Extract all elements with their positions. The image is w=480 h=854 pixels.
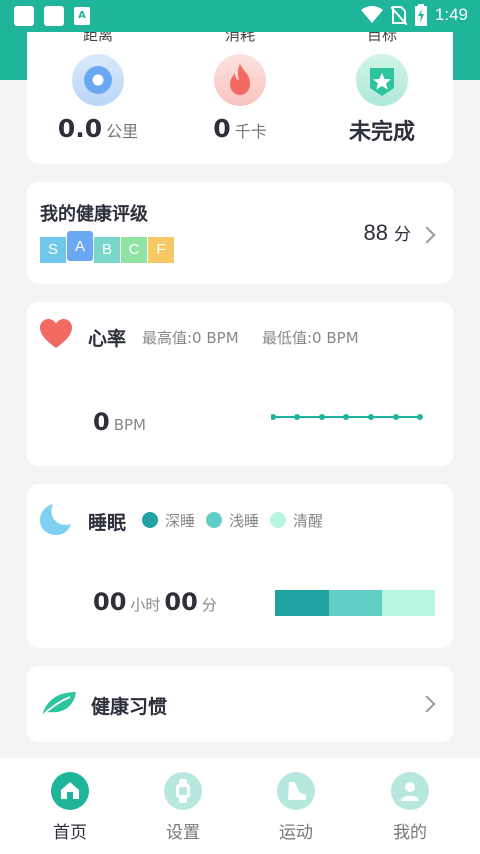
calories-label: 消耗 — [224, 32, 255, 44]
heart-rate-card[interactable]: 心率 最高值:0 BPM 最低值:0 BPM 0 BPM — [27, 302, 453, 466]
nav-home-label: 首页 — [53, 823, 87, 843]
moon-icon — [40, 504, 71, 535]
health-rating-card[interactable]: 我的健康评级 S A B C F 88 分 — [27, 182, 453, 284]
home-icon — [51, 772, 89, 810]
no-sim-icon — [390, 6, 407, 25]
heart-rate-max: 最高值:0 BPM — [142, 329, 239, 347]
sleep-bar — [275, 590, 435, 616]
nav-profile[interactable]: 我的 — [370, 772, 450, 843]
light-sleep-label: 浅睡 — [229, 512, 260, 530]
watch-icon — [164, 772, 202, 810]
nav-settings-label: 设置 — [166, 823, 200, 843]
heart-rate-value: 0 BPM — [93, 408, 146, 436]
deep-sleep-segment — [275, 590, 329, 616]
profile-icon — [391, 772, 429, 810]
distance-label: 距离 — [82, 32, 113, 44]
deep-sleep-label: 深睡 — [165, 512, 196, 530]
grade-c: C — [121, 237, 147, 263]
notification-icon — [44, 6, 64, 26]
heart-icon — [40, 319, 72, 348]
location-pin-icon — [72, 54, 124, 106]
leaf-icon — [41, 692, 76, 717]
awake-dot — [270, 512, 286, 528]
light-sleep-segment — [329, 590, 382, 616]
grade-scale: S A B C F — [40, 231, 175, 263]
goal-label: 目标 — [366, 32, 397, 44]
rating-title: 我的健康评级 — [40, 204, 148, 225]
nav-settings[interactable]: 设置 — [143, 772, 223, 843]
awake-segment — [382, 590, 435, 616]
grade-a: A — [67, 231, 93, 261]
star-badge-icon — [356, 54, 408, 106]
clock: 1:49 — [434, 5, 468, 24]
nav-sport[interactable]: 运动 — [256, 772, 336, 843]
sleep-title: 睡眠 — [88, 512, 127, 534]
app-indicator-icon: A — [74, 7, 90, 25]
nav-home[interactable]: 首页 — [30, 772, 110, 843]
grade-f: F — [148, 237, 174, 263]
nav-sport-label: 运动 — [279, 823, 313, 843]
nav-profile-label: 我的 — [393, 823, 427, 843]
battery-icon — [414, 4, 427, 26]
health-habit-card[interactable]: 健康习惯 — [27, 666, 453, 742]
chevron-right-icon — [418, 695, 436, 713]
shoe-icon — [277, 772, 315, 810]
notification-icon — [14, 6, 34, 26]
grade-s: S — [40, 237, 66, 263]
wifi-icon — [360, 6, 383, 23]
sleep-duration: 00 小时 00 分 — [93, 588, 217, 616]
sleep-card[interactable]: 睡眠 深睡 浅睡 清醒 00 小时 00 分 — [27, 484, 453, 648]
distance-value: 0.0 公里 — [57, 114, 139, 143]
rating-score: 88 分 — [363, 220, 411, 245]
heart-rate-min: 最低值:0 BPM — [262, 329, 359, 347]
goal-value: 未完成 — [348, 120, 415, 145]
chevron-right-icon — [418, 226, 436, 244]
habit-title: 健康习惯 — [91, 696, 168, 718]
deep-sleep-dot — [142, 512, 158, 528]
light-sleep-dot — [206, 512, 222, 528]
bottom-navigation: 首页 设置 运动 我的 — [0, 758, 480, 854]
stats-card: 距离 0.0 公里 消耗 0 千卡 目标 未完成 — [27, 32, 453, 164]
status-bar: A 1:49 — [0, 0, 480, 32]
grade-b: B — [94, 237, 120, 263]
flame-icon — [214, 54, 266, 106]
calories-value: 0 千卡 — [213, 114, 267, 143]
awake-label: 清醒 — [293, 512, 324, 530]
heart-rate-sparkline — [271, 414, 423, 420]
heart-rate-title: 心率 — [88, 328, 127, 350]
